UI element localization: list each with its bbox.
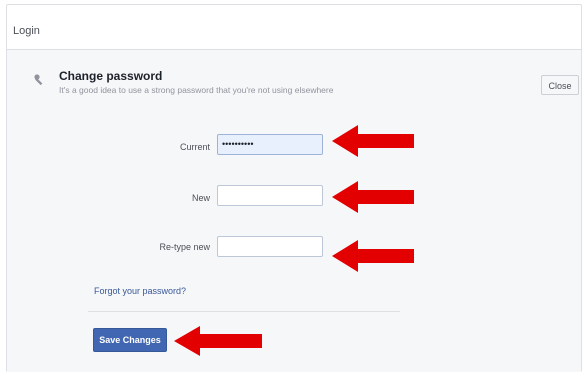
annotation-arrow-save [174, 326, 262, 356]
new-password-label: New [191, 193, 210, 203]
key-icon [34, 74, 43, 86]
form-divider [88, 311, 400, 312]
annotation-arrow-new [332, 181, 414, 213]
section-header: Login [7, 5, 581, 50]
annotation-arrow-current [332, 125, 414, 157]
retype-password-input[interactable] [217, 236, 323, 257]
forgot-password-link[interactable]: Forgot your password? [94, 286, 186, 296]
section-title: Login [13, 25, 40, 37]
retype-password-label: Re-type new [159, 242, 210, 252]
current-password-input[interactable]: •••••••••• [217, 134, 323, 155]
annotation-arrow-retype [332, 240, 414, 272]
change-password-title: Change password [59, 69, 163, 83]
current-password-label: Current [179, 142, 210, 152]
change-password-subtitle: It's a good idea to use a strong passwor… [59, 85, 334, 95]
new-password-input[interactable] [217, 185, 323, 206]
change-password-row: Change password It's a good idea to use … [7, 50, 581, 372]
close-button[interactable]: Close [541, 75, 579, 95]
save-changes-button[interactable]: Save Changes [93, 328, 167, 352]
